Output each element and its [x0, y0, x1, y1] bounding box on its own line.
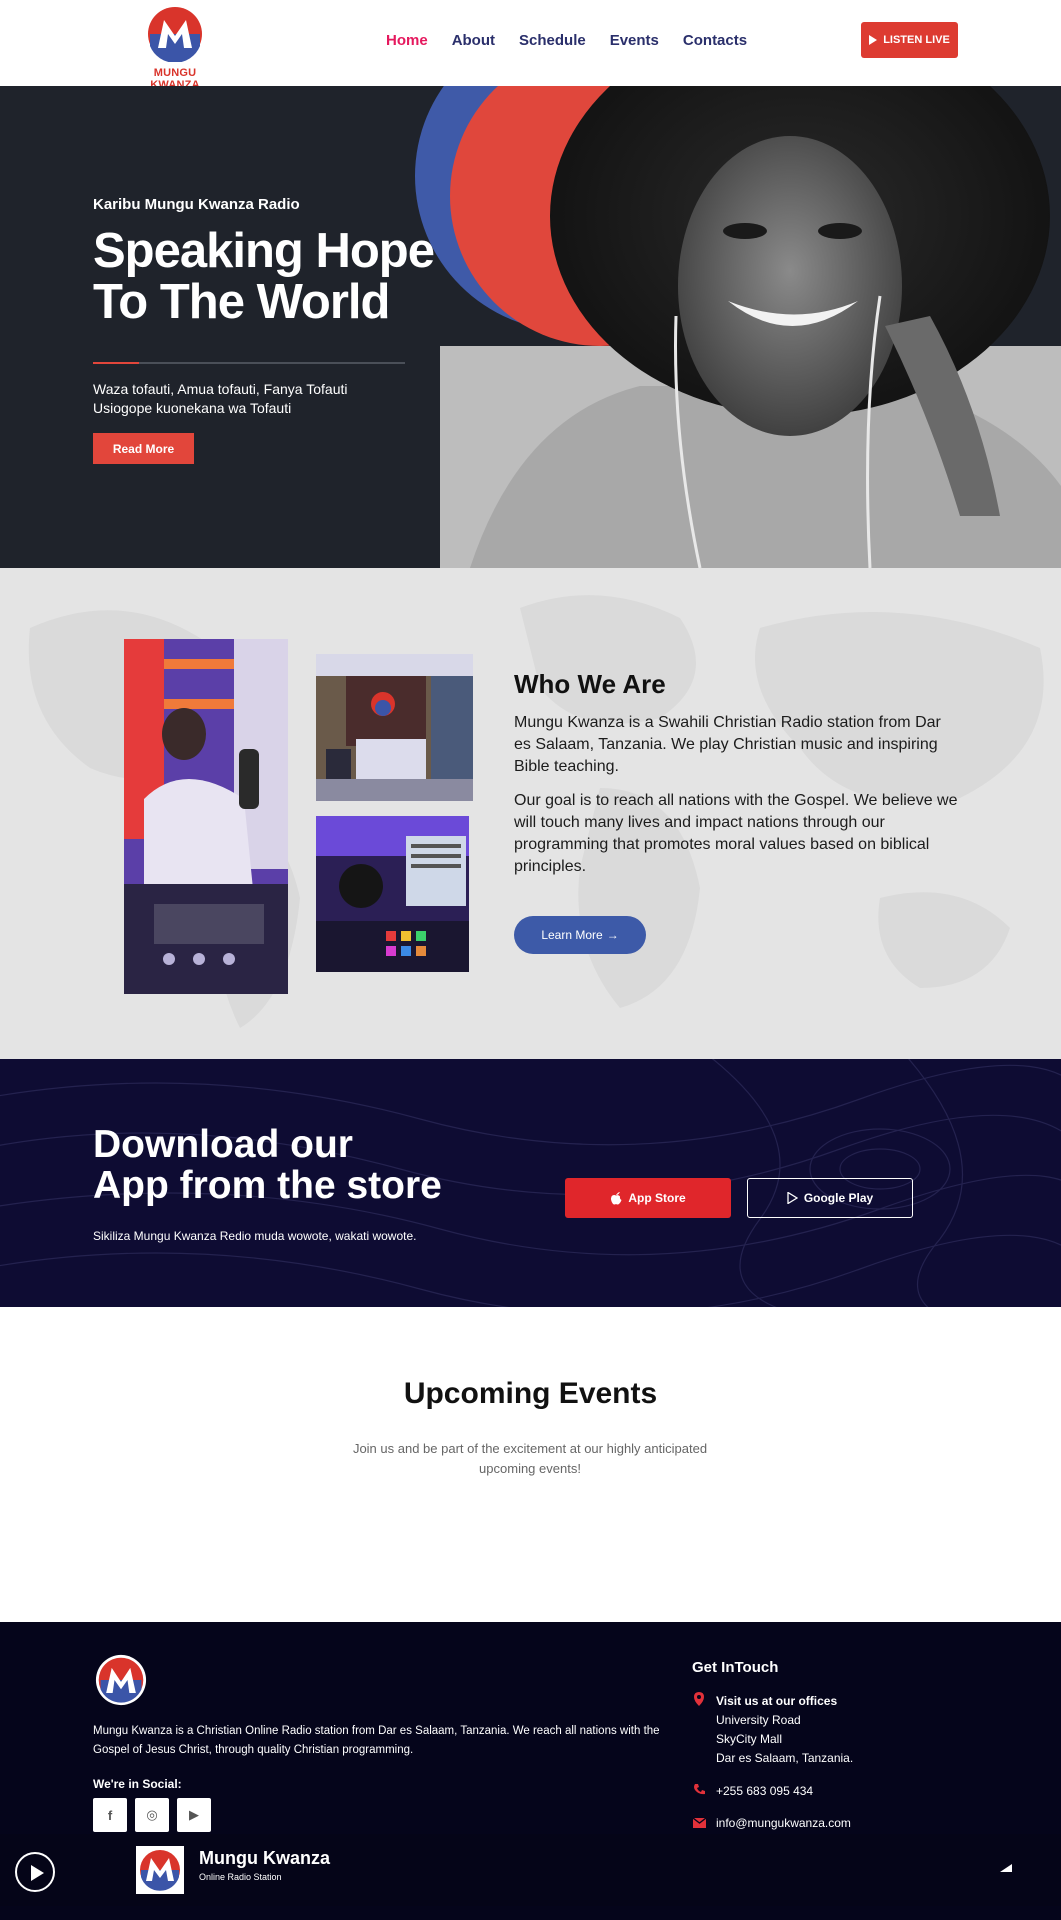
app-store-button[interactable]: App Store — [565, 1178, 731, 1218]
play-icon — [31, 1865, 44, 1881]
phone-icon — [692, 1782, 706, 1801]
nav-events[interactable]: Events — [610, 32, 659, 49]
nav-about[interactable]: About — [452, 32, 495, 49]
footer-email[interactable]: info@mungukwanza.com — [692, 1814, 851, 1833]
app-store-label: App Store — [628, 1191, 686, 1205]
player-station-tagline: Online Radio Station — [199, 1872, 282, 1882]
footer-logo-icon — [95, 1654, 147, 1706]
hero-section: Karibu Mungu Kwanza Radio Speaking Hope … — [0, 86, 1061, 568]
hero-subtitle: Waza tofauti, Amua tofauti, Fanya Tofaut… — [93, 380, 393, 418]
learn-more-label: Learn More — [541, 928, 603, 942]
play-icon — [869, 35, 878, 45]
logo-mark-icon — [148, 7, 202, 62]
nav-schedule[interactable]: Schedule — [519, 32, 586, 49]
google-play-icon — [787, 1192, 798, 1204]
hero-title-line1: Speaking Hope — [93, 224, 435, 278]
facebook-icon[interactable]: f — [93, 1798, 127, 1832]
address-block: Visit us at our offices University Road … — [716, 1692, 853, 1768]
footer-about-text: Mungu Kwanza is a Christian Online Radio… — [93, 1725, 660, 1756]
read-more-button[interactable]: Read More — [93, 433, 194, 464]
page: MUNGU KWANZA Home About Schedule Events … — [0, 0, 1061, 1920]
studio-photo-presenter — [124, 639, 288, 994]
google-play-button[interactable]: Google Play — [747, 1178, 913, 1218]
address-line1: University Road — [716, 1713, 801, 1727]
upcoming-events-section: Upcoming Events Join us and be part of t… — [0, 1307, 1061, 1622]
studio-photo-mixer — [316, 816, 469, 972]
youtube-icon[interactable]: ▶ — [177, 1798, 211, 1832]
social-heading: We're in Social: — [93, 1777, 182, 1791]
hero-sub-line2: Usiogope kuonekana wa Tofauti — [93, 400, 292, 416]
footer-address: Visit us at our offices University Road … — [692, 1692, 853, 1768]
listen-live-label: LISTEN LIVE — [883, 34, 950, 46]
download-title-line1: Download our — [93, 1123, 353, 1166]
email-address: info@mungukwanza.com — [716, 1816, 851, 1830]
nav-contacts[interactable]: Contacts — [683, 32, 747, 49]
player-play-button[interactable] — [15, 1852, 55, 1892]
who-we-are-title: Who We Are — [514, 669, 666, 699]
google-play-label: Google Play — [803, 1191, 874, 1205]
hero-title: Speaking Hope To The World — [93, 226, 533, 328]
who-we-are-section: Who We Are Mungu Kwanza is a Swahili Chr… — [0, 568, 1061, 1059]
footer-phone[interactable]: +255 683 095 434 — [692, 1782, 813, 1801]
who-paragraph-2: Our goal is to reach all nations with th… — [514, 792, 958, 875]
download-title: Download our App from the store — [93, 1124, 513, 1206]
address-line2: SkyCity Mall — [716, 1732, 783, 1746]
volume-icon[interactable] — [1000, 1864, 1012, 1872]
instagram-icon[interactable]: ◎ — [135, 1798, 169, 1832]
radio-player-bar: Mungu Kwanza Online Radio Station — [0, 1834, 1061, 1906]
hero-divider — [93, 362, 405, 364]
apple-icon — [611, 1192, 622, 1205]
download-app-section: Download our App from the store Sikiliza… — [0, 1059, 1061, 1307]
arrow-right-icon: → — [606, 928, 619, 942]
visit-label: Visit us at our offices — [716, 1694, 838, 1708]
mail-icon — [692, 1814, 706, 1833]
site-header: MUNGU KWANZA Home About Schedule Events … — [0, 0, 1061, 91]
player-station-logo — [136, 1846, 184, 1894]
map-pin-icon — [692, 1692, 706, 1768]
nav-home[interactable]: Home — [386, 32, 428, 49]
player-station-name: Mungu Kwanza — [199, 1848, 330, 1868]
hero-title-line2: To The World — [93, 275, 390, 329]
download-title-line2: App from the store — [93, 1164, 442, 1207]
main-nav: Home About Schedule Events Contacts — [386, 32, 747, 49]
site-logo[interactable]: MUNGU KWANZA — [135, 6, 215, 91]
contact-heading: Get InTouch — [692, 1659, 779, 1676]
studio-photo-room — [316, 654, 473, 801]
events-title: Upcoming Events — [403, 1377, 658, 1410]
learn-more-button[interactable]: Learn More → — [514, 916, 646, 954]
hero-sub-line1: Waza tofauti, Amua tofauti, Fanya Tofaut… — [93, 381, 348, 397]
hero-kicker: Karibu Mungu Kwanza Radio — [93, 196, 300, 213]
download-subtitle: Sikiliza Mungu Kwanza Redio muda wowote,… — [93, 1229, 417, 1243]
phone-number: +255 683 095 434 — [716, 1784, 814, 1798]
events-subtitle: Join us and be part of the excitement at… — [352, 1441, 708, 1476]
who-paragraph-1: Mungu Kwanza is a Swahili Christian Radi… — [514, 714, 941, 775]
address-line3: Dar es Salaam, Tanzania. — [716, 1751, 854, 1765]
social-links: f ◎ ▶ — [93, 1798, 211, 1832]
listen-live-button[interactable]: LISTEN LIVE — [861, 22, 958, 58]
